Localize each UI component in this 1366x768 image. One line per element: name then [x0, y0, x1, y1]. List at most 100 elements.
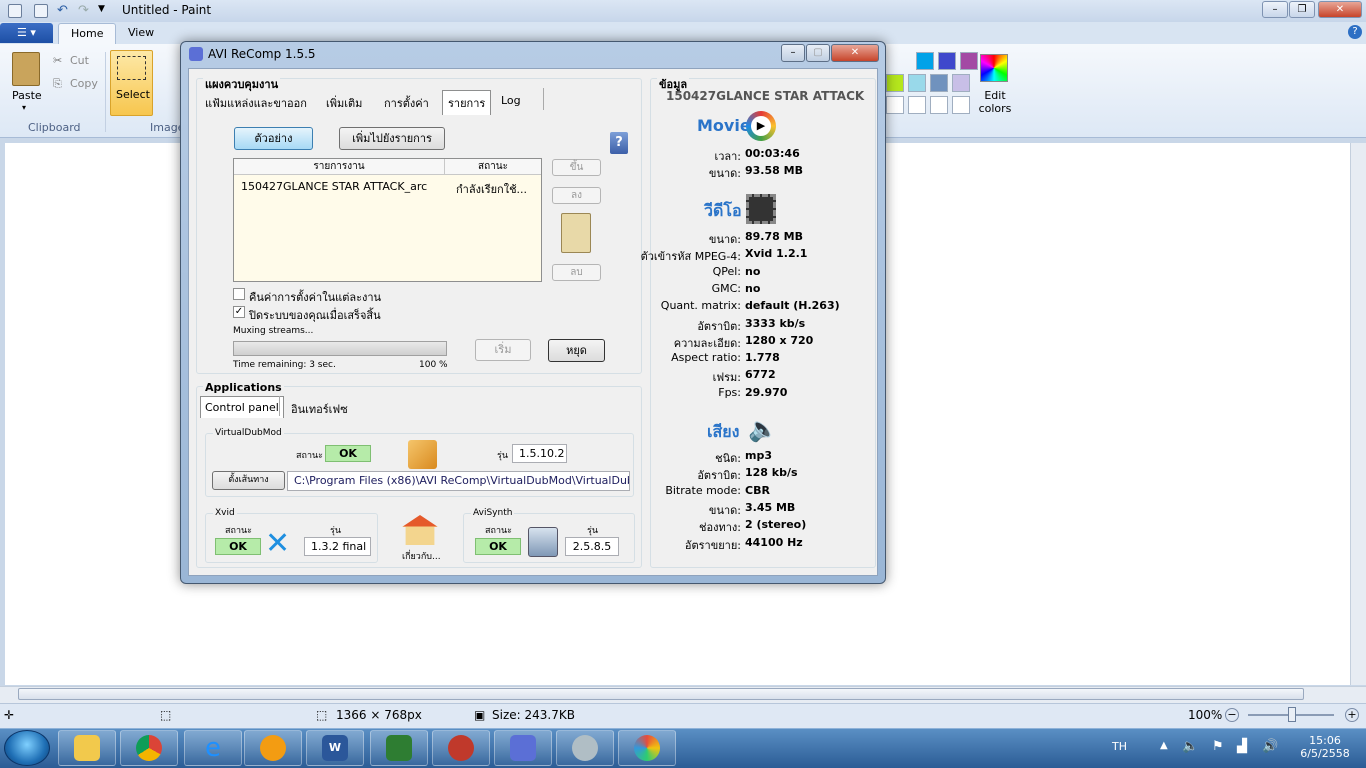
- paint-menu-button[interactable]: ☰ ▾: [0, 23, 53, 43]
- start-button[interactable]: [4, 730, 50, 766]
- job-column-header[interactable]: รายการงาน: [234, 159, 445, 175]
- taskbar-ie[interactable]: e: [184, 730, 242, 766]
- remove-button[interactable]: ลบ: [552, 264, 601, 281]
- queue-row-status: กำลังเรียกใช้...: [456, 183, 528, 196]
- taskbar-recorder[interactable]: [556, 730, 614, 766]
- taskbar-monitor[interactable]: [370, 730, 428, 766]
- dialog-close-button[interactable]: ✕: [831, 44, 879, 62]
- vertical-scrollbar[interactable]: [1350, 143, 1366, 685]
- avisynth-version-field: 2.5.8.5: [565, 537, 619, 556]
- status-column-header[interactable]: สถานะ: [445, 159, 541, 175]
- horizontal-scroll-thumb[interactable]: [18, 688, 1304, 700]
- move-down-button[interactable]: ลง: [552, 187, 601, 204]
- job-queue-list[interactable]: [233, 158, 542, 282]
- volume-icon[interactable]: 🔊: [1262, 739, 1278, 754]
- palette-swatch[interactable]: [916, 52, 934, 70]
- show-hidden-icons[interactable]: ▲: [1160, 740, 1168, 751]
- cut-button[interactable]: Cut: [70, 54, 89, 67]
- speaker-muted-icon[interactable]: 🔈: [1182, 739, 1198, 754]
- file-size: Size: 243.7KB: [492, 708, 575, 722]
- tab-source-output[interactable]: แฟ้มแหล่งและขาออก: [205, 94, 307, 112]
- taskbar-paint[interactable]: [618, 730, 676, 766]
- palette-swatch[interactable]: [952, 96, 970, 114]
- copy-button[interactable]: Copy: [70, 77, 98, 90]
- tab-additional[interactable]: เพิ่มเติม: [326, 94, 362, 112]
- restore-settings-checkbox[interactable]: [233, 288, 245, 300]
- restore-settings-label: คืนค่าการตั้งค่าในแต่ละงาน: [249, 291, 382, 304]
- paste-button[interactable]: Paste: [12, 89, 42, 102]
- shutdown-checkbox[interactable]: ✓: [233, 306, 245, 318]
- zoom-out-button[interactable]: −: [1225, 708, 1239, 722]
- zoom-slider-thumb[interactable]: [1288, 707, 1296, 722]
- language-indicator[interactable]: TH: [1112, 740, 1127, 753]
- add-to-list-button[interactable]: เพิ่มไปยังรายการ: [339, 127, 445, 150]
- set-path-button[interactable]: ตั้งเส้นทาง: [212, 471, 285, 490]
- select-icon: [117, 56, 146, 80]
- undo-icon[interactable]: ↶: [57, 3, 68, 18]
- file-size-icon: ▣: [474, 708, 486, 722]
- tab-log[interactable]: Log: [501, 94, 521, 107]
- edit-colors-button[interactable]: Edit colors: [978, 89, 1012, 115]
- palette-swatch[interactable]: [908, 74, 926, 92]
- tab-settings[interactable]: การตั้งค่า: [384, 94, 429, 112]
- preview-button[interactable]: ตัวอย่าง: [234, 127, 313, 150]
- move-up-button[interactable]: ขึ้น: [552, 159, 601, 176]
- dialog-minimize-button[interactable]: –: [781, 44, 805, 62]
- palette-swatch[interactable]: [886, 96, 904, 114]
- dialog-maximize-button[interactable]: ▢: [806, 44, 830, 62]
- eye-app-icon: [448, 735, 474, 761]
- tab-interface[interactable]: อินเทอร์เฟซ: [291, 400, 348, 418]
- taskbar-avirecomp[interactable]: [494, 730, 552, 766]
- paint-close-button[interactable]: ✕: [1318, 1, 1362, 18]
- tab-home[interactable]: Home: [58, 23, 117, 44]
- audio-info-value: 44100 Hz: [745, 535, 803, 549]
- customize-quick-access-icon[interactable]: ▼: [98, 4, 105, 14]
- taskbar-word[interactable]: W: [306, 730, 364, 766]
- save-icon[interactable]: [34, 4, 48, 18]
- start-job-button[interactable]: เริ่ม: [475, 339, 531, 361]
- taskbar-eye-app[interactable]: [432, 730, 490, 766]
- video-info-value: no: [745, 281, 761, 295]
- stop-button[interactable]: หยุด: [548, 339, 605, 362]
- video-info-key: อัตราบิต:: [697, 319, 741, 333]
- paint-app-icon[interactable]: [8, 4, 22, 18]
- tab-view[interactable]: View: [116, 23, 166, 44]
- edit-colors-icon[interactable]: [980, 54, 1008, 82]
- movie-play-icon: ▶: [746, 111, 776, 141]
- palette-swatch[interactable]: [952, 74, 970, 92]
- paste-dropdown-icon[interactable]: ▾: [22, 103, 26, 112]
- select-button[interactable]: [110, 50, 153, 116]
- color-palette: [886, 52, 978, 116]
- taskbar-chrome[interactable]: [120, 730, 178, 766]
- virtualdubmod-icon: [408, 440, 437, 469]
- paste-icon[interactable]: [12, 52, 40, 86]
- palette-swatch[interactable]: [930, 74, 948, 92]
- taskbar-explorer[interactable]: [58, 730, 116, 766]
- help-icon[interactable]: ?: [1348, 25, 1362, 39]
- video-info-value: 1280 x 720: [745, 333, 814, 347]
- control-panel-header: แผงควบคุมงาน: [203, 75, 281, 93]
- palette-swatch[interactable]: [886, 74, 904, 92]
- image-size-icon: ⬚: [316, 708, 328, 722]
- about-button[interactable]: เกี่ยวกับ...: [402, 549, 441, 563]
- palette-swatch[interactable]: [960, 52, 978, 70]
- tab-control-panel[interactable]: Control panel: [200, 396, 284, 418]
- tab-queue[interactable]: รายการ: [442, 90, 492, 115]
- xvid-status-badge: OK: [215, 538, 261, 555]
- zoom-in-button[interactable]: +: [1345, 708, 1359, 722]
- help-book-icon[interactable]: ?: [610, 132, 628, 154]
- palette-swatch[interactable]: [930, 96, 948, 114]
- palette-swatch[interactable]: [908, 96, 926, 114]
- network-icon[interactable]: ▟: [1237, 739, 1247, 754]
- paint-minimize-button[interactable]: –: [1262, 1, 1288, 18]
- system-clock[interactable]: 15:06 6/5/2558: [1298, 734, 1352, 760]
- queue-row-job[interactable]: 150427GLANCE STAR ATTACK_arc: [241, 180, 427, 193]
- palette-swatch[interactable]: [938, 52, 956, 70]
- redo-icon[interactable]: ↷: [78, 3, 89, 18]
- action-center-flag-icon[interactable]: ⚑: [1212, 739, 1224, 754]
- paint-maximize-button[interactable]: ❐: [1289, 1, 1315, 18]
- cut-icon: ✂: [53, 54, 63, 67]
- clipboard-list-icon[interactable]: [561, 213, 591, 253]
- taskbar-media[interactable]: [244, 730, 302, 766]
- vdm-path-field[interactable]: C:\Program Files (x86)\AVI ReComp\Virtua…: [287, 471, 630, 491]
